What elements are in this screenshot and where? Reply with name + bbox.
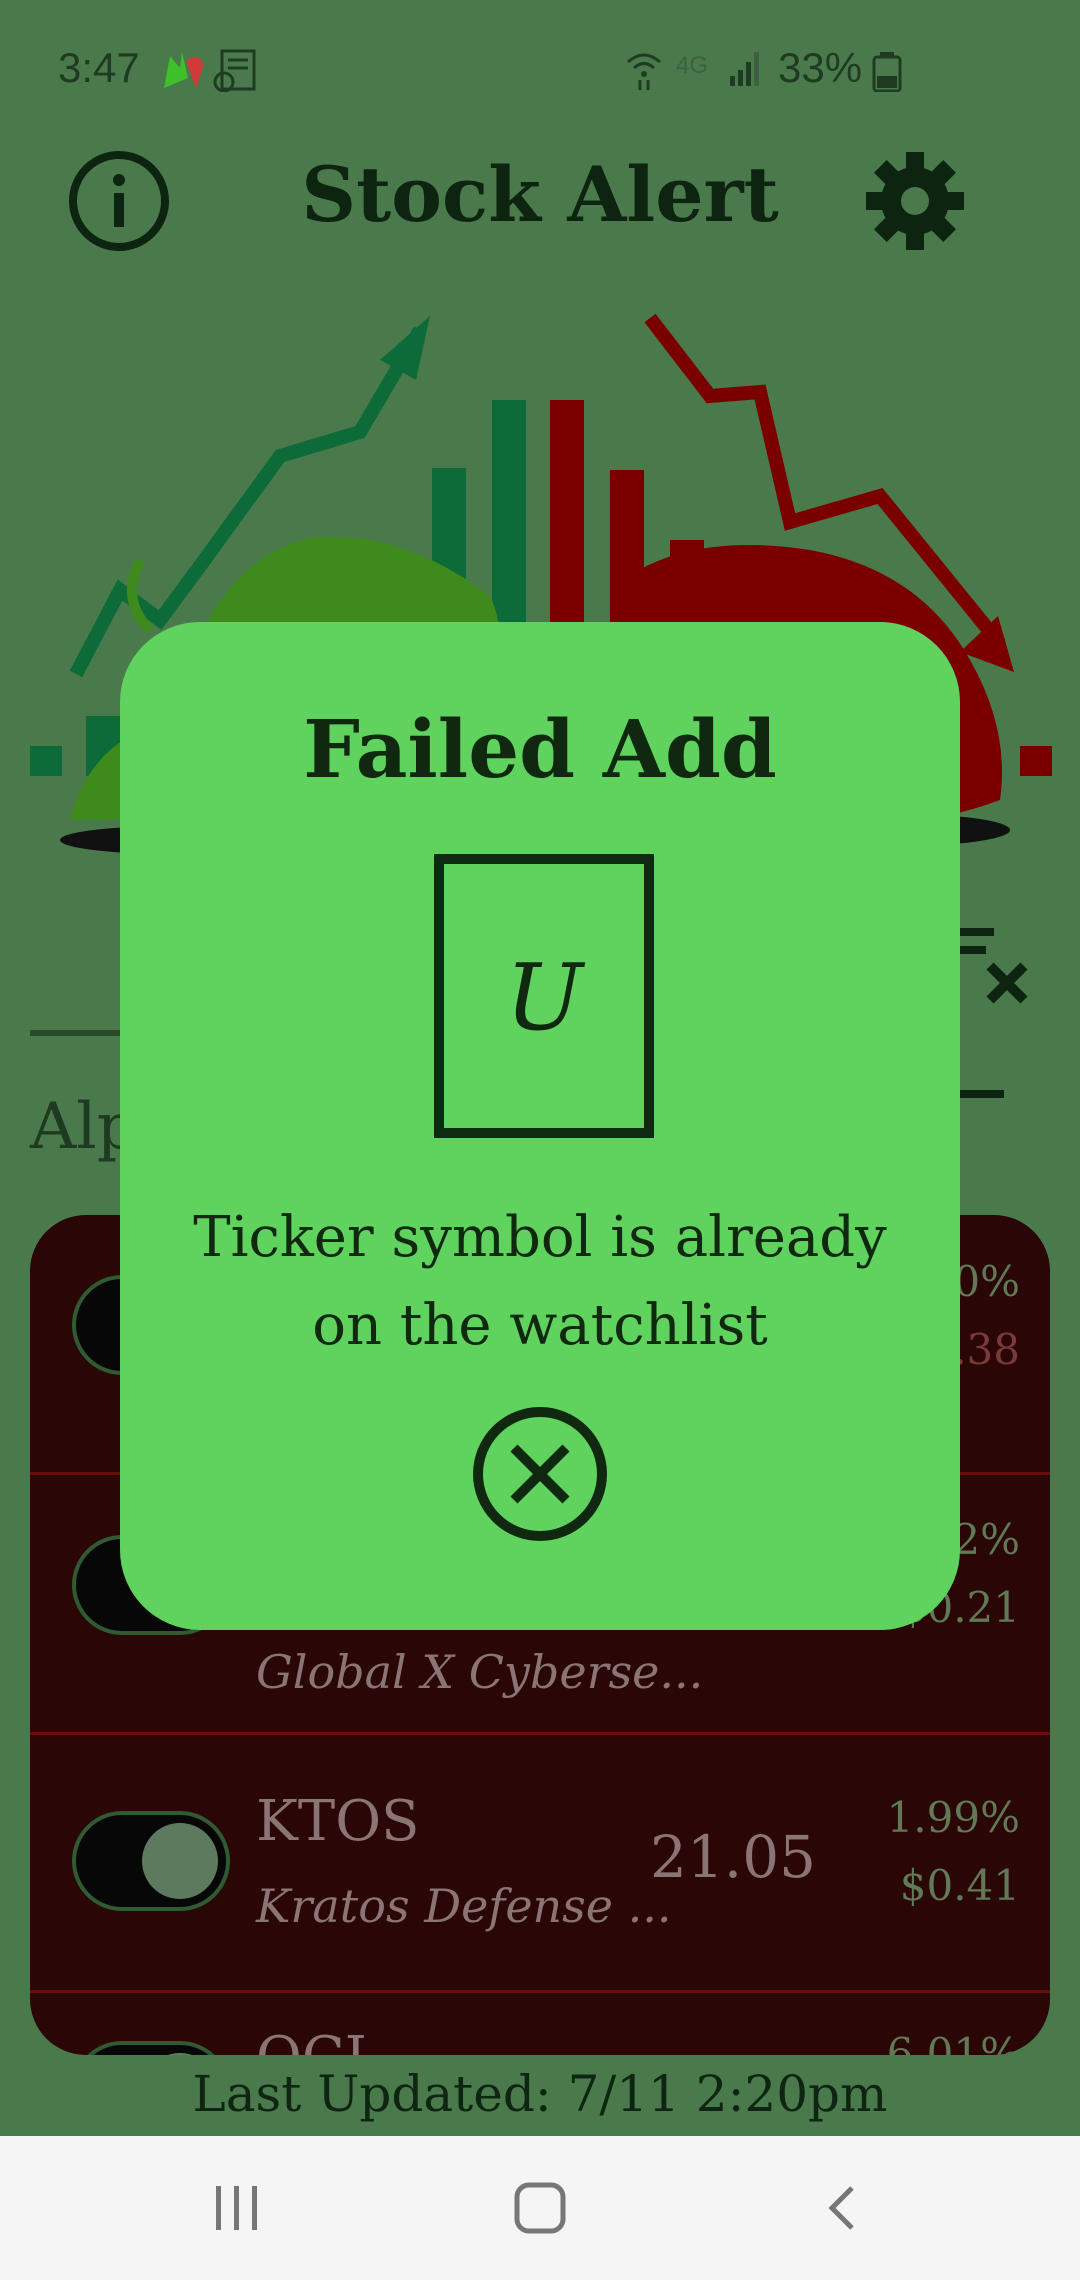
close-dialog-button[interactable] bbox=[472, 1406, 608, 1542]
signal-icon bbox=[730, 52, 759, 86]
percent-change: 6.01% bbox=[886, 2029, 1020, 2055]
network-type: 4G bbox=[676, 52, 709, 79]
failed-add-dialog: Failed Add U Ticker symbol is already on… bbox=[120, 622, 960, 1630]
gear-icon bbox=[866, 152, 964, 250]
status-time: 3:47 bbox=[58, 44, 140, 91]
dollar-change: .38 bbox=[953, 1325, 1020, 1374]
percent-change: 1.99% bbox=[886, 1793, 1020, 1842]
stock-price: 21.05 bbox=[650, 1823, 817, 1891]
app-notification-icon bbox=[164, 52, 203, 88]
toggle-knob bbox=[142, 2053, 218, 2055]
document-notification-icon bbox=[213, 49, 256, 92]
dialog-title: Failed Add bbox=[303, 702, 777, 796]
system-nav-bar bbox=[0, 2136, 1080, 2280]
list-item[interactable]: OCI 6.01% bbox=[30, 1991, 1050, 2055]
wifi-calling-icon bbox=[627, 53, 661, 90]
ticker-symbol: OCI bbox=[256, 2025, 367, 2055]
settings-button[interactable] bbox=[862, 148, 968, 254]
percent-change: 0% bbox=[953, 1257, 1020, 1306]
back-icon[interactable] bbox=[822, 2184, 862, 2232]
recent-apps-icon[interactable] bbox=[212, 2184, 262, 2232]
alert-toggle[interactable] bbox=[72, 2041, 230, 2055]
dialog-message: Ticker symbol is already on the watchlis… bbox=[193, 1205, 887, 1358]
last-updated: Last Updated: 7/11 2:20pm bbox=[192, 2065, 888, 2123]
sort-icon[interactable] bbox=[956, 1090, 1006, 1110]
ticker-symbol-box: U bbox=[434, 854, 654, 1138]
status-bar: 3:47 4G 33% bbox=[0, 0, 1080, 140]
ticker-symbol: KTOS bbox=[256, 1789, 420, 1854]
alert-toggle[interactable] bbox=[72, 1811, 230, 1911]
ticker-symbol-text: U bbox=[505, 944, 583, 1051]
company-name: Global X Cyberse... bbox=[256, 1645, 704, 1699]
close-circle-icon bbox=[473, 1407, 607, 1541]
company-name: Kratos Defense ... bbox=[256, 1879, 672, 1933]
home-icon[interactable] bbox=[512, 2180, 568, 2236]
toggle-knob bbox=[142, 1823, 218, 1899]
dollar-change: $0.41 bbox=[899, 1861, 1020, 1910]
list-item[interactable]: KTOS Kratos Defense ... 21.05 1.99% $0.4… bbox=[30, 1733, 1050, 1993]
battery-percent: 33% bbox=[778, 44, 863, 91]
percent-change: 2% bbox=[953, 1515, 1020, 1564]
battery-icon bbox=[872, 52, 902, 92]
